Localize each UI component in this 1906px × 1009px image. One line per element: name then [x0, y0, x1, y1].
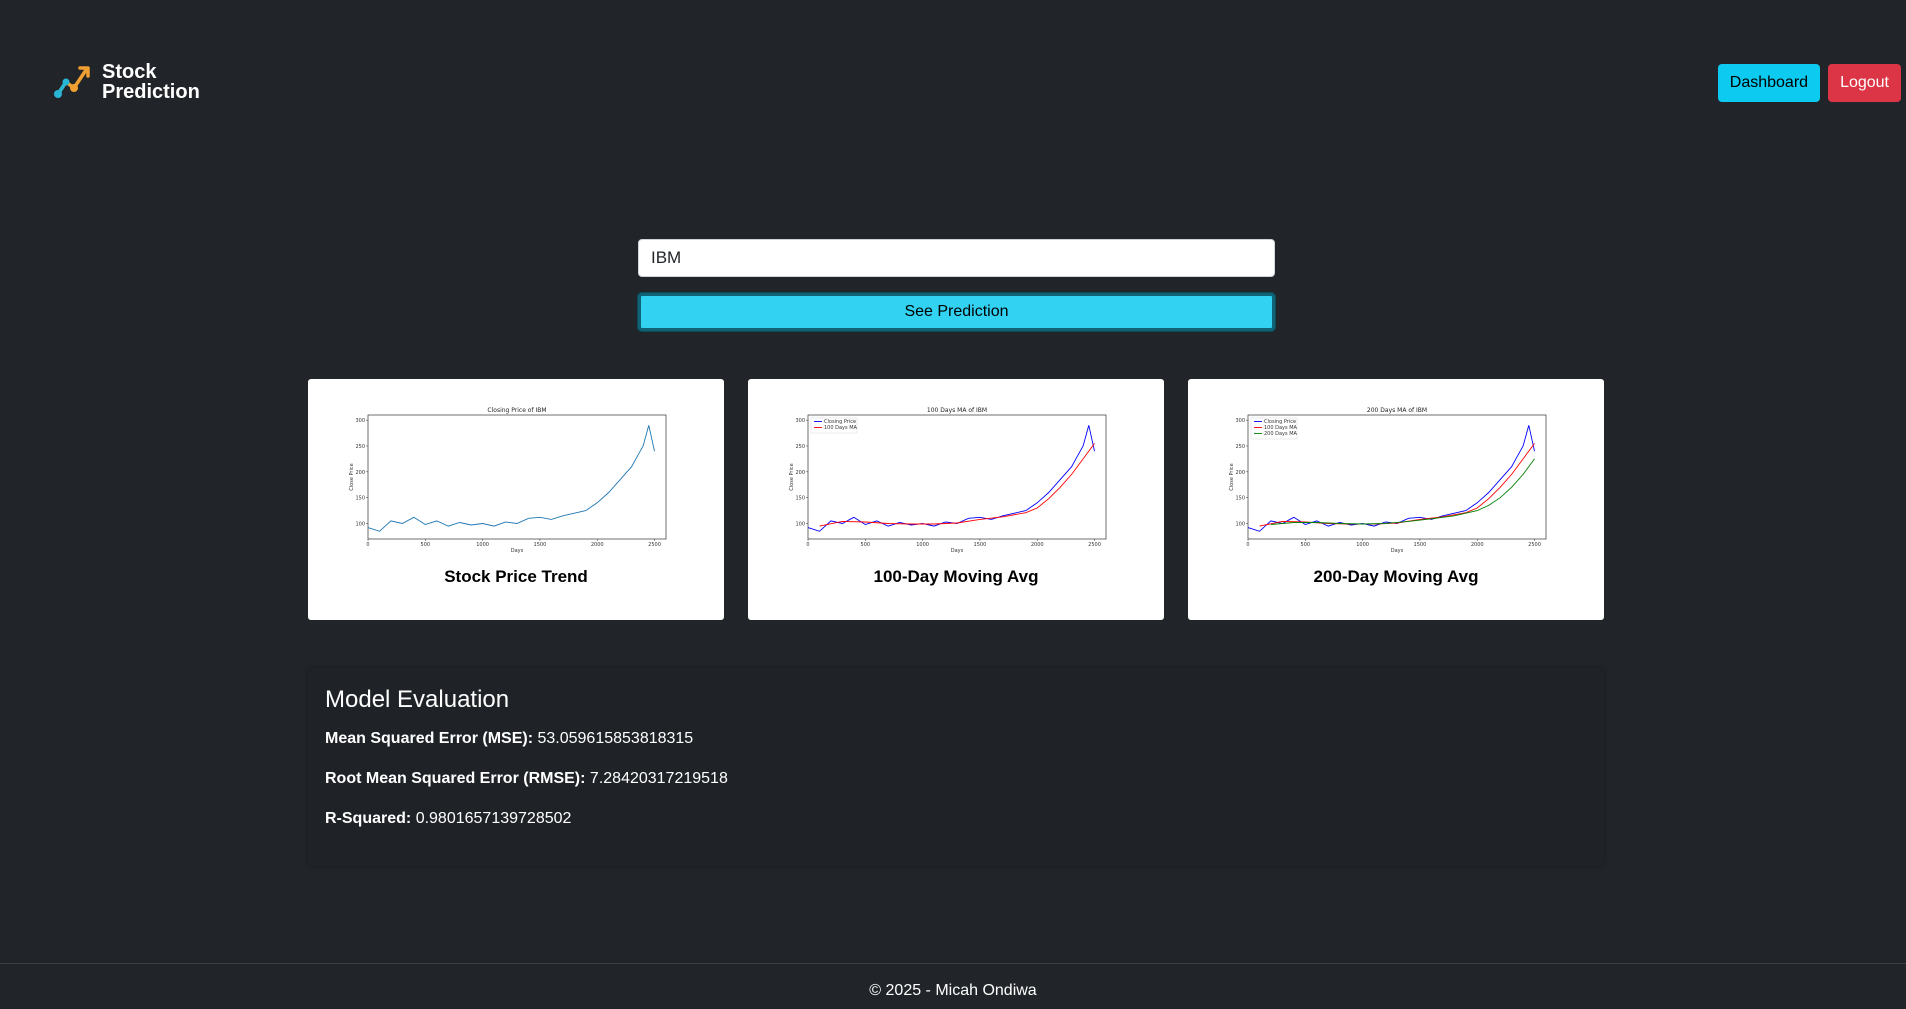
x-tick-label: 0: [806, 542, 809, 548]
y-tick-label: 250: [1235, 444, 1245, 450]
x-tick-label: 500: [1301, 542, 1311, 548]
x-tick-label: 1000: [476, 542, 489, 548]
card-caption: 200-Day Moving Avg: [1313, 567, 1479, 586]
x-tick-label: 1500: [974, 542, 987, 548]
see-prediction-button[interactable]: See Prediction: [638, 293, 1275, 331]
page: Stock Prediction Dashboard Logout See Pr…: [0, 0, 1906, 1009]
ticker-input[interactable]: [638, 239, 1275, 277]
x-tick-label: 2500: [1088, 542, 1101, 548]
x-tick-label: 0: [1246, 542, 1249, 548]
brand-line-2: Prediction: [102, 81, 200, 103]
y-tick-label: 300: [795, 418, 805, 424]
r2-label: R-Squared:: [325, 810, 412, 827]
prediction-form: See Prediction: [638, 239, 1275, 331]
rmse-value: 7.28420317219518: [589, 770, 728, 787]
series-line-0: [807, 425, 1095, 532]
dashboard-button[interactable]: Dashboard: [1717, 64, 1821, 102]
evaluation-title: Model Evaluation: [325, 686, 510, 713]
series-line-2: [1270, 458, 1535, 525]
logout-button[interactable]: Logout: [1828, 64, 1901, 102]
y-tick-label: 150: [795, 496, 805, 502]
chart-cards: Closing Price of IBM 0 500 1000 1500 2000 2500…: [308, 379, 1604, 620]
r2-value: 0.9801657139728502: [415, 810, 572, 827]
y-axis-label: Close Price: [789, 463, 795, 490]
series-line-0: [367, 425, 655, 532]
x-tick-label: 2000: [1031, 542, 1044, 548]
x-tick-label: 2000: [1471, 542, 1484, 548]
mse-value: 53.059615853818315: [537, 730, 694, 747]
x-tick-label: 1000: [916, 542, 929, 548]
y-tick-label: 250: [355, 444, 365, 450]
brand-line-1: Stock: [102, 61, 157, 83]
y-axis-label: Close Price: [1229, 463, 1235, 490]
y-tick-label: 100: [1235, 522, 1245, 528]
y-tick-label: 150: [1235, 496, 1245, 502]
y-tick-label: 150: [355, 496, 365, 502]
legend-label: 100 Days MA: [824, 425, 858, 431]
closing-price-chart: Closing Price of IBM 0 500 1000 1500 2000 2500…: [349, 407, 667, 553]
x-axis-label: Days: [951, 548, 964, 553]
trend-logo-icon: [54, 66, 90, 98]
y-tick-label: 100: [355, 522, 365, 528]
chart-card-price-trend: Closing Price of IBM 0 500 1000 1500 2000 2500…: [308, 379, 724, 620]
y-tick-label: 200: [355, 470, 365, 476]
chart-title: 100 Days MA of IBM: [927, 407, 987, 414]
chart-title: 200 Days MA of IBM: [1367, 407, 1427, 414]
y-tick-label: 200: [795, 470, 805, 476]
x-tick-label: 0: [366, 542, 369, 548]
x-tick-label: 500: [421, 542, 431, 548]
chart-card-100ma: 100 Days MA of IBM 0 500 1000 1500 2000 2500 10…: [748, 379, 1164, 620]
card-caption: Stock Price Trend: [444, 567, 588, 586]
nav-buttons: Dashboard Logout: [1717, 64, 1901, 102]
series-line-1: [819, 443, 1095, 527]
model-evaluation-panel: Model Evaluation Mean Squared Error (MSE…: [308, 668, 1604, 866]
y-tick-label: 300: [355, 418, 365, 424]
y-tick-label: 200: [1235, 470, 1245, 476]
ma100-chart: 100 Days MA of IBM 0 500 1000 1500 2000 2500 10…: [789, 407, 1107, 553]
x-tick-label: 1500: [534, 542, 547, 548]
card-caption: 100-Day Moving Avg: [873, 567, 1039, 586]
footer-divider: [0, 963, 1906, 964]
plot-frame: [367, 414, 667, 540]
chart-card-200ma: 200 Days MA of IBM 0 500 1000 1500 2000 2500 10…: [1188, 379, 1604, 620]
x-tick-label: 2000: [591, 542, 604, 548]
x-axis-label: Days: [511, 548, 524, 553]
y-tick-label: 100: [795, 522, 805, 528]
footer-text: © 2025 - Micah Ondiwa: [869, 982, 1037, 999]
mse-label: Mean Squared Error (MSE):: [325, 730, 534, 747]
y-tick-label: 300: [1235, 418, 1245, 424]
rmse-metric: Root Mean Squared Error (RMSE): 7.284203…: [325, 770, 1587, 788]
x-tick-label: 1500: [1414, 542, 1427, 548]
ma200-chart: 200 Days MA of IBM 0 500 1000 1500 2000 2500 10…: [1229, 407, 1547, 553]
legend-label: 200 Days MA: [1264, 431, 1298, 437]
mse-metric: Mean Squared Error (MSE): 53.05961585381…: [325, 730, 1587, 748]
series-line-0: [1247, 425, 1535, 532]
brand-name: Stock Prediction: [102, 62, 200, 102]
x-tick-label: 500: [861, 542, 871, 548]
y-tick-label: 250: [795, 444, 805, 450]
plot-frame: [807, 414, 1107, 540]
brand-link[interactable]: Stock Prediction: [52, 62, 200, 102]
rmse-label: Root Mean Squared Error (RMSE):: [325, 770, 586, 787]
x-tick-label: 1000: [1356, 542, 1369, 548]
r2-metric: R-Squared: 0.9801657139728502: [325, 810, 1587, 828]
x-tick-label: 2500: [648, 542, 661, 548]
y-axis-label: Close Price: [349, 463, 355, 490]
x-axis-label: Days: [1391, 548, 1404, 553]
series-line-1: [1259, 443, 1535, 527]
x-tick-label: 2500: [1528, 542, 1541, 548]
chart-title: Closing Price of IBM: [487, 407, 546, 414]
